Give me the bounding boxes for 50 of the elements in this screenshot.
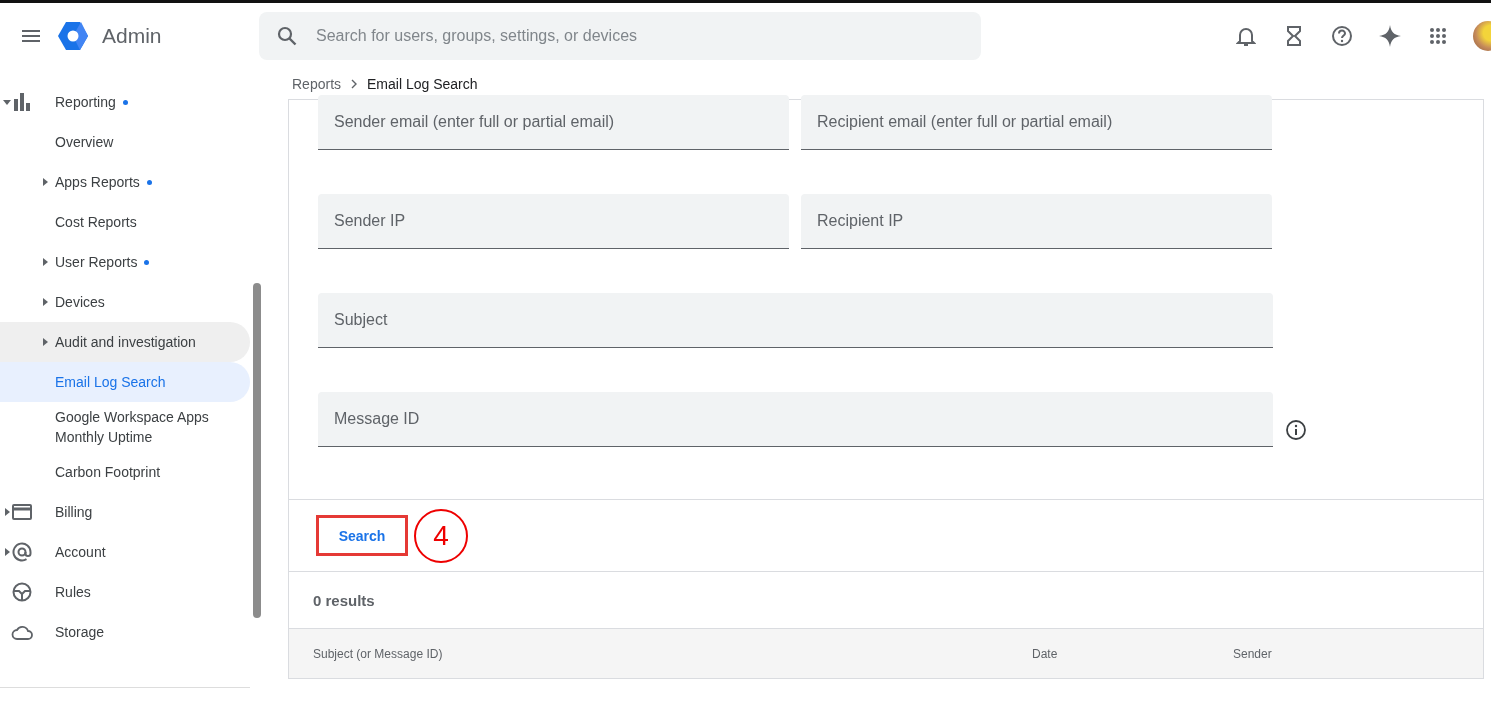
sidebar-label: Account [55,543,106,562]
sidebar-label: Overview [55,133,114,152]
caret-icon [3,548,11,556]
input-field[interactable]: Sender email (enter full or partial email) [318,95,789,150]
column-header: Sender [1233,646,1273,661]
sidebar-label: Rules [55,583,91,602]
input-field[interactable]: Message ID [318,392,1273,447]
caret-icon [3,98,11,106]
sidebar-label: User Reports [55,253,138,272]
hourglass-icon [1286,24,1302,47]
hexagon-logo-icon [58,21,88,50]
sidebar-label: Cost Reports [55,213,137,232]
sidebar-item[interactable]: Email Log Search [0,362,250,402]
sidebar-label: Reporting [55,93,116,112]
chevron-right-icon [351,78,358,89]
info-icon[interactable] [1285,418,1307,441]
credit-card-icon [11,504,32,520]
caret-icon [3,508,11,516]
column-header: Date [1032,646,1059,661]
cloud-icon [10,624,33,640]
sidebar-label: Storage [55,623,105,642]
search-icon [277,25,297,46]
app-name: Admin [102,23,162,48]
column-header: Subject (or Message ID) [313,646,444,661]
sidebar-item[interactable]: Audit and investigation [0,322,250,362]
search-button[interactable]: Search [316,515,408,556]
breadcrumb-link[interactable]: Reports [292,73,342,94]
sidebar-label: Devices [55,293,105,312]
sidebar-label: Email Log Search [55,373,166,392]
steering-wheel-icon [11,582,32,602]
sidebar-label: Google Workspace Apps Monthly Uptime [55,408,210,447]
bar-chart-icon [12,93,31,111]
help-icon [1331,24,1353,47]
sidebar-label: Carbon Footprint [55,463,161,482]
menu-icon [22,29,40,42]
breadcrumb-current: Email Log Search [367,74,478,94]
at-sign-icon [11,542,32,562]
input-field[interactable]: Sender IP [318,194,789,249]
input-field[interactable]: Subject [318,293,1273,348]
step-number-annotation: 4 [414,508,468,563]
sidebar-label: Audit and investigation [55,333,196,352]
sparkle-icon [1379,24,1401,47]
sidebar-label: Billing [55,503,93,522]
scrollbar-thumb[interactable] [253,283,261,618]
apps-grid-icon [1429,26,1447,45]
search-field[interactable]: Search for users, groups, settings, or devices [259,11,981,60]
input-field[interactable]: Recipient IP [801,194,1272,249]
results-count: 0 results [313,591,375,609]
input-field[interactable]: Recipient email (enter full or partial email) [801,95,1272,150]
sidebar-label: Apps Reports [55,173,140,192]
